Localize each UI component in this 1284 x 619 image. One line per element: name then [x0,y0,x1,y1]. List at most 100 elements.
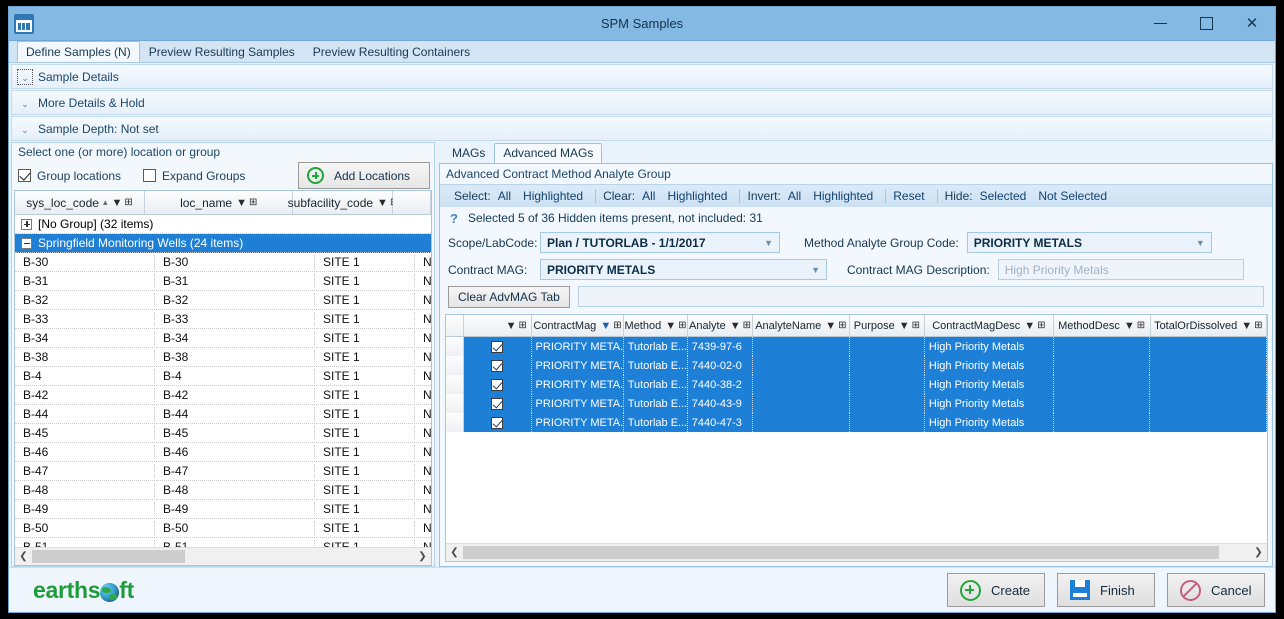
tab-mags[interactable]: MAGs [443,143,494,163]
table-row[interactable]: B-33B-33SITE 1N [15,310,431,329]
reset-link[interactable]: Reset [893,189,924,203]
expand-groups-checkbox[interactable] [143,169,156,182]
pin-icon[interactable]: ⊞ [249,197,257,208]
group-locations-checkbox[interactable] [18,169,31,182]
table-row[interactable]: B-34B-34SITE 1N [15,329,431,348]
column-header-sys-loc-code[interactable]: sys_loc_code ▴ ▼ ⊞ [15,191,145,214]
table-row[interactable]: B-38B-38SITE 1N [15,348,431,367]
select-all-link[interactable]: All [498,189,511,203]
table-row[interactable]: B-31B-31SITE 1N [15,272,431,291]
scroll-left-icon[interactable]: ❮ [446,547,463,558]
cancel-button[interactable]: Cancel [1167,573,1265,607]
column-header-subfacility-code[interactable]: subfacility_code ▼ ⊞ [293,191,393,214]
column-header-checkbox[interactable]: ▼ ⊞ [464,315,532,336]
scroll-track[interactable] [463,546,1250,559]
close-icon[interactable]: ✕ [1229,7,1275,40]
tab-advanced-mags[interactable]: Advanced MAGs [494,143,602,163]
table-row[interactable]: B-44B-44SITE 1N [15,405,431,424]
pin-icon[interactable]: ⊞ [678,320,686,331]
filter-icon[interactable]: ▼ [899,320,910,332]
column-header-extra[interactable] [393,191,431,214]
expand-plus-icon[interactable] [21,219,32,230]
analyte-horizontal-scrollbar[interactable]: ❮ ❯ [446,543,1267,561]
table-row[interactable]: B-46B-46SITE 1N [15,443,431,462]
clear-highlighted-link[interactable]: Highlighted [667,189,727,203]
help-question-icon[interactable]: ? [450,211,458,226]
pin-icon[interactable]: ⊞ [838,320,846,331]
row-header[interactable] [446,394,464,413]
filter-icon[interactable]: ▼ [377,197,388,209]
checkbox-icon[interactable] [491,360,503,372]
pin-icon[interactable]: ⊞ [519,320,527,331]
pin-icon[interactable]: ⊞ [912,320,920,331]
finish-button[interactable]: Finish [1057,573,1155,607]
tab-preview-resulting-containers[interactable]: Preview Resulting Containers [304,41,479,62]
filter-icon[interactable]: ▼ [1024,320,1035,332]
column-header-method[interactable]: Method ▼ ⊞ [624,315,688,336]
method-analyte-group-code-select[interactable]: PRIORITY METALS ▼ [967,232,1212,253]
pin-icon[interactable]: ⊞ [613,320,621,331]
scroll-thumb[interactable] [463,546,1219,559]
column-header-purpose[interactable]: Purpose ▼ ⊞ [850,315,925,336]
scroll-thumb[interactable] [32,550,185,563]
row-header[interactable] [446,375,464,394]
column-header-analyte[interactable]: Analyte ▼ ⊞ [688,315,753,336]
table-row[interactable]: B-49B-49SITE 1N [15,500,431,519]
row-select-checkbox[interactable] [464,356,532,375]
row-select-checkbox[interactable] [464,375,532,394]
scroll-right-icon[interactable]: ❯ [414,551,431,562]
filter-icon[interactable]: ▼ [506,320,517,332]
column-header-totalordissolved[interactable]: TotalOrDissolved ▼ ⊞ [1151,315,1267,336]
filter-icon[interactable]: ▼ [825,320,836,332]
table-row[interactable]: PRIORITY META...Tutorlab E...7440-43-9Hi… [446,394,1267,413]
table-row[interactable]: B-47B-47SITE 1N [15,462,431,481]
group-row-no-group[interactable]: [No Group] (32 items) [15,215,431,234]
scroll-right-icon[interactable]: ❯ [1250,547,1267,558]
column-header-loc-name[interactable]: loc_name ▼ ⊞ [145,191,293,214]
select-highlighted-link[interactable]: Highlighted [523,189,583,203]
pin-icon[interactable]: ⊞ [743,320,751,331]
section-sample-depth[interactable]: ⌄ Sample Depth: Not set [11,116,1273,141]
invert-highlighted-link[interactable]: Highlighted [813,189,873,203]
maximize-icon[interactable] [1183,7,1229,40]
table-row[interactable]: B-48B-48SITE 1N [15,481,431,500]
filter-icon[interactable]: ▼ [111,197,122,209]
table-row[interactable]: PRIORITY META...Tutorlab E...7440-02-0Hi… [446,356,1267,375]
checkbox-icon[interactable] [491,398,503,410]
locations-horizontal-scrollbar[interactable]: ❮ ❯ [15,547,431,565]
checkbox-icon[interactable] [491,341,503,353]
filter-icon-active[interactable]: ▼ [600,320,611,332]
scroll-track[interactable] [32,550,414,563]
table-row[interactable]: B-30B-30SITE 1N [15,253,431,272]
hide-selected-link[interactable]: Selected [980,189,1027,203]
group-row-springfield[interactable]: Springfield Monitoring Wells (24 items) [15,234,431,253]
table-row[interactable]: B-42B-42SITE 1N [15,386,431,405]
contract-mag-select[interactable]: PRIORITY METALS ▼ [540,259,827,280]
filter-icon[interactable]: ▼ [236,197,247,209]
row-select-checkbox[interactable] [464,394,532,413]
section-more-details-hold[interactable]: ⌄ More Details & Hold [11,90,1273,115]
table-row[interactable]: B-32B-32SITE 1N [15,291,431,310]
advmag-search-input[interactable] [578,286,1264,307]
pin-icon[interactable]: ⊞ [1037,320,1045,331]
collapse-minus-icon[interactable] [21,238,32,249]
row-header[interactable] [446,413,464,432]
row-select-checkbox[interactable] [464,413,532,432]
table-row[interactable]: PRIORITY META...Tutorlab E...7439-97-6Hi… [446,337,1267,356]
contract-mag-description-field[interactable]: High Priority Metals [998,259,1244,280]
row-header[interactable] [446,356,464,375]
create-button[interactable]: Create [947,573,1045,607]
checkbox-icon[interactable] [491,417,503,429]
row-select-checkbox[interactable] [464,337,532,356]
pin-icon[interactable]: ⊞ [1137,320,1145,331]
minimize-icon[interactable] [1137,7,1183,40]
scroll-left-icon[interactable]: ❮ [15,551,32,562]
scope-labcode-select[interactable]: Plan / TUTORLAB - 1/1/2017 ▼ [540,232,780,253]
table-row[interactable]: PRIORITY META...Tutorlab E...7440-38-2Hi… [446,375,1267,394]
table-row[interactable]: B-4B-4SITE 1N [15,367,431,386]
column-header-contractmag[interactable]: ContractMag ▼ ⊞ [532,315,624,336]
table-row[interactable]: B-45B-45SITE 1N [15,424,431,443]
add-locations-button[interactable]: Add Locations [298,162,430,189]
tab-define-samples[interactable]: Define Samples (N) [17,41,140,62]
clear-advmag-tab-button[interactable]: Clear AdvMAG Tab [448,286,570,308]
